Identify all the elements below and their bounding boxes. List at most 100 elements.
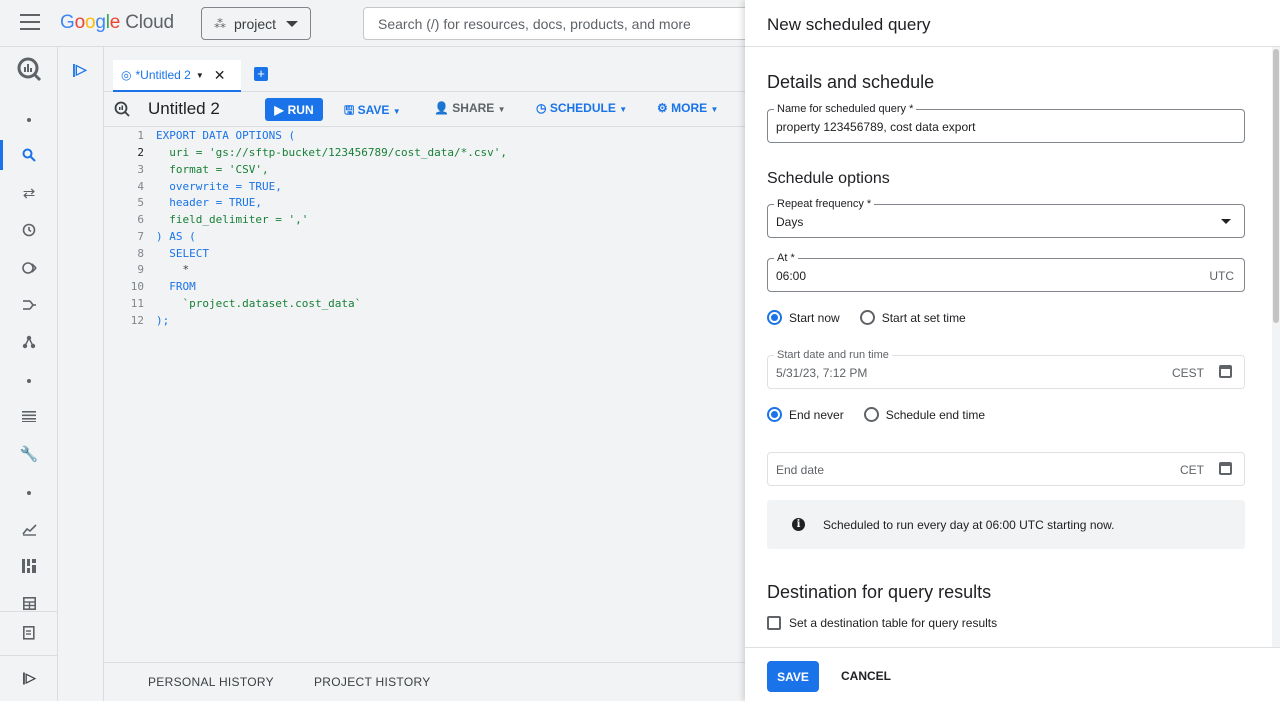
chevron-down-icon [1221, 219, 1231, 224]
logo-google: Google [60, 12, 121, 33]
notes-icon[interactable] [0, 618, 58, 648]
code-line: EXPORT DATA OPTIONS ( [156, 129, 296, 142]
analytics-icon[interactable] [0, 514, 58, 544]
clock-icon: ◷ [536, 101, 547, 115]
code-line: `project.dataset.cost_data` [156, 297, 362, 310]
cancel-button[interactable]: CANCEL [841, 669, 891, 683]
end-radio-group: End never Schedule end time [767, 407, 1005, 422]
close-tab-icon[interactable]: ✕ [214, 67, 226, 84]
start-at-set-time-radio[interactable]: Start at set time [859, 310, 966, 325]
chevron-down-icon[interactable]: ▼ [196, 71, 204, 80]
run-button[interactable]: ▶ RUN [265, 98, 323, 121]
code-line: * [156, 263, 190, 276]
history-bar: PERSONAL HISTORY PROJECT HISTORY [104, 662, 745, 701]
timezone-suffix: CET [1180, 463, 1204, 477]
code-line: SELECT [156, 247, 209, 260]
radio-checked-icon [767, 407, 782, 422]
field-label: Name for scheduled query * [774, 103, 917, 115]
field-value: 06:00 [776, 269, 807, 283]
expand-explorer-icon[interactable]: |▷ [72, 61, 87, 78]
search-icon[interactable] [0, 140, 58, 170]
timezone-suffix: UTC [1209, 269, 1234, 283]
play-icon: ▶ [274, 102, 284, 117]
destination-table-checkbox-row[interactable]: Set a destination table for query result… [767, 616, 997, 630]
search-input[interactable]: Search (/) for resources, docs, products… [363, 7, 783, 40]
project-icon: ⁂ [214, 16, 226, 31]
line-gutter: 1 2 3 4 5 6 7 8 9 10 11 12 [104, 127, 156, 647]
field-value: property 123456789, cost data export [776, 120, 976, 134]
table-icon[interactable] [0, 588, 58, 618]
repeat-frequency-select[interactable]: Repeat frequency * Days [767, 198, 1245, 238]
add-tab-icon[interactable]: + [254, 67, 268, 81]
field-placeholder: End date [776, 463, 825, 477]
rail-divider [0, 655, 58, 656]
start-radio-group: Start now Start at set time [767, 310, 986, 325]
query-tab-icon: ◎ [121, 68, 132, 82]
code-line: field_delimiter = ',' [156, 213, 309, 226]
tab-project-history[interactable]: PROJECT HISTORY [314, 675, 431, 689]
scrollbar-thumb[interactable] [1273, 49, 1279, 323]
destination-table-checkbox[interactable] [767, 616, 781, 630]
more-button[interactable]: ⚙ MORE ▼ [657, 101, 718, 115]
tab-personal-history[interactable]: PERSONAL HISTORY [148, 675, 274, 689]
explorer-collapsed: |▷ [58, 47, 104, 701]
end-date-field: End date CET [767, 452, 1245, 486]
chevron-down-icon [286, 20, 299, 27]
bigquery-icon[interactable] [0, 53, 58, 85]
calendar-icon [1219, 462, 1232, 475]
scheduled-queries-icon[interactable] [0, 253, 58, 283]
code-line: overwrite = TRUE, [156, 180, 282, 193]
google-cloud-logo[interactable]: Google Cloud [60, 12, 174, 34]
dataflow-icon[interactable] [0, 290, 58, 320]
radio-unchecked-icon [863, 407, 879, 422]
schedule-button[interactable]: ◷ SCHEDULE ▼ [536, 101, 627, 115]
share-button[interactable]: 👤 SHARE ▼ [434, 101, 506, 115]
start-now-radio[interactable]: Start now [767, 310, 840, 325]
project-selector[interactable]: ⁂ project [201, 7, 311, 40]
line-number: 12 [130, 314, 144, 327]
line-number: 2 [137, 146, 144, 159]
line-number: 6 [137, 213, 144, 226]
field-label: Start date and run time [774, 349, 892, 361]
line-number: 4 [137, 180, 144, 193]
line-number: 5 [137, 196, 144, 209]
info-text: Scheduled to run every day at 06:00 UTC … [823, 517, 1115, 532]
wrench-icon[interactable]: 🔧 [0, 439, 58, 469]
line-number: 9 [137, 263, 144, 276]
hierarchy-icon[interactable] [0, 327, 58, 357]
info-icon: i [792, 518, 805, 531]
radio-checked-icon [767, 310, 782, 325]
expand-rail-icon[interactable]: |▷ [0, 663, 58, 693]
transfer-icon[interactable]: ⇄ [0, 178, 58, 208]
save-button[interactable]: SAVE [767, 661, 819, 692]
end-never-radio[interactable]: End never [767, 407, 844, 422]
code-line: header = TRUE, [156, 196, 262, 209]
panel-scrollbar[interactable] [1272, 47, 1280, 647]
schedule-options-title: Schedule options [767, 170, 890, 187]
line-number: 11 [130, 297, 144, 310]
menu-icon[interactable] [20, 14, 40, 32]
timezone-suffix: CEST [1171, 366, 1204, 380]
line-number: 8 [137, 247, 144, 260]
rail-dot [0, 366, 58, 396]
scheduled-query-name-field[interactable]: Name for scheduled query * property 1234… [767, 103, 1245, 143]
schedule-end-time-radio[interactable]: Schedule end time [863, 407, 985, 422]
code-line: FROM [156, 280, 196, 293]
field-label: At * [774, 252, 798, 264]
at-time-field[interactable]: At * 06:00 UTC [767, 252, 1245, 292]
query-title: Untitled 2 [148, 99, 220, 118]
calendar-icon [1219, 365, 1232, 378]
schedule-info-box: i Scheduled to run every day at 06:00 UT… [767, 500, 1245, 549]
dashboard-icon[interactable] [0, 551, 58, 581]
tab-untitled-2[interactable]: ◎ *Untitled 2 ▼ ✕ [113, 60, 241, 92]
rail-dot [0, 105, 58, 135]
query-toolbar: Untitled 2 ▶ RUN 🖫 SAVE ▼ 👤 SHARE ▼ ◷ SC… [104, 92, 745, 127]
field-label: Repeat frequency * [774, 198, 875, 210]
list-icon[interactable] [0, 401, 58, 431]
code-line: format = 'CSV', [156, 163, 269, 176]
save-query-button[interactable]: 🖫 SAVE ▼ [344, 101, 401, 122]
left-rail: ⇄ 🔧 |▷ [0, 47, 58, 701]
history-icon[interactable] [0, 215, 58, 245]
start-date-field: Start date and run time 5/31/23, 7:12 PM… [767, 349, 1245, 389]
code-editor[interactable]: 1 2 3 4 5 6 7 8 9 10 11 12 EXPORT DATA O… [104, 127, 745, 647]
